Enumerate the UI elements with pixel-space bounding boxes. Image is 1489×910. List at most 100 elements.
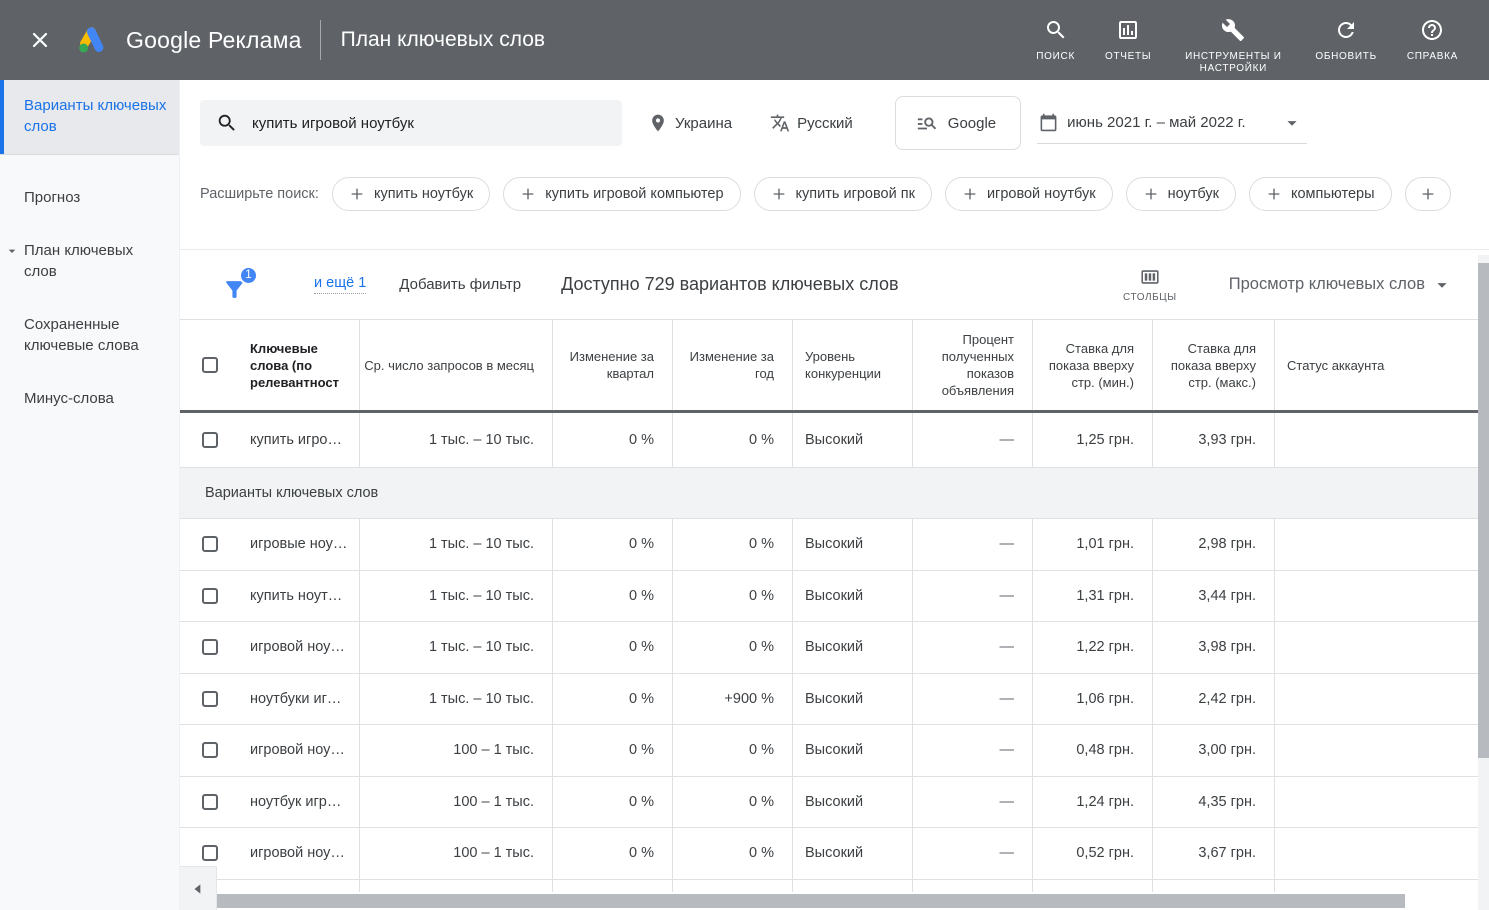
keyword-chip[interactable]: игровой ноутбук xyxy=(945,177,1113,211)
keyword-search-input[interactable] xyxy=(252,115,608,132)
help-icon xyxy=(1420,18,1444,42)
wrench-icon xyxy=(1221,18,1245,42)
row-checkbox[interactable] xyxy=(202,432,218,448)
cell-bid-high: 3,00 грн. xyxy=(1153,725,1275,776)
language-selector[interactable]: Русский xyxy=(770,113,853,133)
table-row: ноутбук игр… 100 – 1 тыс. 0 % 0 % Высоки… xyxy=(180,777,1489,829)
table-row: игровой ноу… 1 тыс. – 10 тыс. 0 % 0 % Вы… xyxy=(180,622,1489,674)
cell-account-status xyxy=(1275,777,1489,828)
row-checkbox[interactable] xyxy=(202,691,218,707)
cell-year-change: 0 % xyxy=(673,777,793,828)
table-header-row: Ключевые слова (по релевантност Ср. числ… xyxy=(180,320,1489,410)
scroll-left-button[interactable] xyxy=(180,866,217,910)
cell-bid-low: 1,06 грн. xyxy=(1033,674,1153,725)
col-header-volume[interactable]: Ср. число запросов в месяц xyxy=(360,320,553,410)
translate-icon xyxy=(770,113,790,133)
date-range-selector[interactable]: июнь 2021 г. – май 2022 г. xyxy=(1037,102,1306,144)
sidebar-item-saved-keywords[interactable]: Сохраненные ключевые слова xyxy=(0,314,179,356)
keyword-chip[interactable]: компьютеры xyxy=(1249,177,1392,211)
location-selector[interactable]: Украина xyxy=(648,113,732,133)
keyword-chip[interactable]: ноутбук xyxy=(1126,177,1236,211)
cell-year-change: 0 % xyxy=(673,571,793,622)
main-content: Украина Русский Google июнь 2021 г. – ма… xyxy=(180,80,1489,910)
nav-search-button[interactable]: ПОИСК xyxy=(1021,6,1090,63)
table-row-partial xyxy=(180,880,1489,892)
keyword-chip-partial[interactable] xyxy=(1405,177,1451,211)
col-header-keyword[interactable]: Ключевые слова (по релевантност xyxy=(240,320,360,410)
cell-competition: Высокий xyxy=(793,413,913,467)
row-checkbox[interactable] xyxy=(202,639,218,655)
vertical-scrollbar-track[interactable] xyxy=(1478,255,1489,910)
cell-quarter-change: 0 % xyxy=(553,725,673,776)
keyword-chip[interactable]: купить ноутбук xyxy=(332,177,490,211)
cell-impression-share: — xyxy=(913,725,1033,776)
plus-icon xyxy=(1266,186,1282,202)
cell-year-change: 0 % xyxy=(673,725,793,776)
cell-volume: 1 тыс. – 10 тыс. xyxy=(360,571,553,622)
close-icon[interactable] xyxy=(28,28,52,52)
row-checkbox[interactable] xyxy=(202,794,218,810)
cell-bid-low: 1,31 грн. xyxy=(1033,571,1153,622)
row-checkbox[interactable] xyxy=(202,536,218,552)
refresh-icon xyxy=(1334,18,1358,42)
cell-volume: 100 – 1 тыс. xyxy=(360,828,553,879)
nav-refresh-button[interactable]: ОБНОВИТЬ xyxy=(1300,6,1391,63)
table-row: игровой ноу… 100 – 1 тыс. 0 % 0 % Высоки… xyxy=(180,725,1489,777)
vertical-scrollbar-thumb[interactable] xyxy=(1478,263,1489,758)
cell-account-status xyxy=(1275,571,1489,622)
cell-account-status xyxy=(1275,725,1489,776)
nav-reports-button[interactable]: ОТЧЕТЫ xyxy=(1090,6,1166,63)
page-title: План ключевых слов xyxy=(341,28,545,52)
col-header-impression-share[interactable]: Процент полученных показов объявления xyxy=(913,320,1033,410)
cell-competition: Высокий xyxy=(793,519,913,570)
cell-competition: Высокий xyxy=(793,828,913,879)
section-row-keyword-ideas: Варианты ключевых слов xyxy=(180,468,1489,519)
horizontal-scrollbar[interactable] xyxy=(217,894,1405,908)
cell-impression-share: — xyxy=(913,571,1033,622)
row-checkbox[interactable] xyxy=(202,742,218,758)
row-checkbox[interactable] xyxy=(202,845,218,861)
chevron-down-icon xyxy=(4,243,20,259)
cell-impression-share: — xyxy=(913,674,1033,725)
nav-help-button[interactable]: СПРАВКА xyxy=(1392,6,1473,63)
network-selector[interactable]: Google xyxy=(895,96,1021,150)
col-header-bid-high[interactable]: Ставка для показа вверху стр. (макс.) xyxy=(1153,320,1275,410)
col-header-year-change[interactable]: Изменение за год xyxy=(673,320,793,410)
col-header-account-status[interactable]: Статус аккаунта xyxy=(1275,320,1489,410)
cell-competition: Высокий xyxy=(793,725,913,776)
keyword-chip[interactable]: купить игровой пк xyxy=(754,177,932,211)
cell-year-change: 0 % xyxy=(673,519,793,570)
cell-volume: 1 тыс. – 10 тыс. xyxy=(360,674,553,725)
brand-name: Google Реклама xyxy=(126,27,302,54)
col-header-bid-low[interactable]: Ставка для показа вверху стр. (мин.) xyxy=(1033,320,1153,410)
columns-button[interactable]: СТОЛБЦЫ xyxy=(1123,266,1177,303)
plus-icon xyxy=(771,186,787,202)
add-filter-button[interactable]: Добавить фильтр xyxy=(387,268,533,301)
chevron-down-icon xyxy=(1281,112,1303,134)
row-checkbox[interactable] xyxy=(202,588,218,604)
chevron-left-icon xyxy=(191,882,205,896)
more-filters-link[interactable]: и ещё 1 xyxy=(314,275,366,294)
sidebar-item-keyword-plan[interactable]: План ключевых слов xyxy=(0,240,179,282)
keyword-search-box[interactable] xyxy=(200,100,622,146)
cell-quarter-change: 0 % xyxy=(553,828,673,879)
view-selector[interactable]: Просмотр ключевых слов xyxy=(1229,274,1453,296)
col-header-quarter-change[interactable]: Изменение за квартал xyxy=(553,320,673,410)
cell-year-change: +900 % xyxy=(673,674,793,725)
cell-keyword: игровой ноу… xyxy=(240,622,360,673)
sidebar-item-forecast[interactable]: Прогноз xyxy=(0,187,179,208)
filter-button[interactable]: 1 xyxy=(222,268,258,302)
sidebar-item-keyword-ideas[interactable]: Варианты ключевых слов xyxy=(0,80,179,154)
cell-keyword: ноутбук игр… xyxy=(240,777,360,828)
cell-bid-low: 1,25 грн. xyxy=(1033,413,1153,467)
cell-impression-share: — xyxy=(913,413,1033,467)
bar-chart-icon xyxy=(1116,18,1140,42)
cell-quarter-change: 0 % xyxy=(553,777,673,828)
nav-tools-button[interactable]: ИНСТРУМЕНТЫ И НАСТРОЙКИ xyxy=(1166,6,1300,75)
keyword-chip[interactable]: купить игровой компьютер xyxy=(503,177,740,211)
sidebar-item-negative-keywords[interactable]: Минус-слова xyxy=(0,388,179,409)
col-header-competition[interactable]: Уровень конкуренции xyxy=(793,320,913,410)
cell-competition: Высокий xyxy=(793,674,913,725)
select-all-checkbox[interactable] xyxy=(202,357,218,373)
google-ads-logo xyxy=(74,23,108,57)
